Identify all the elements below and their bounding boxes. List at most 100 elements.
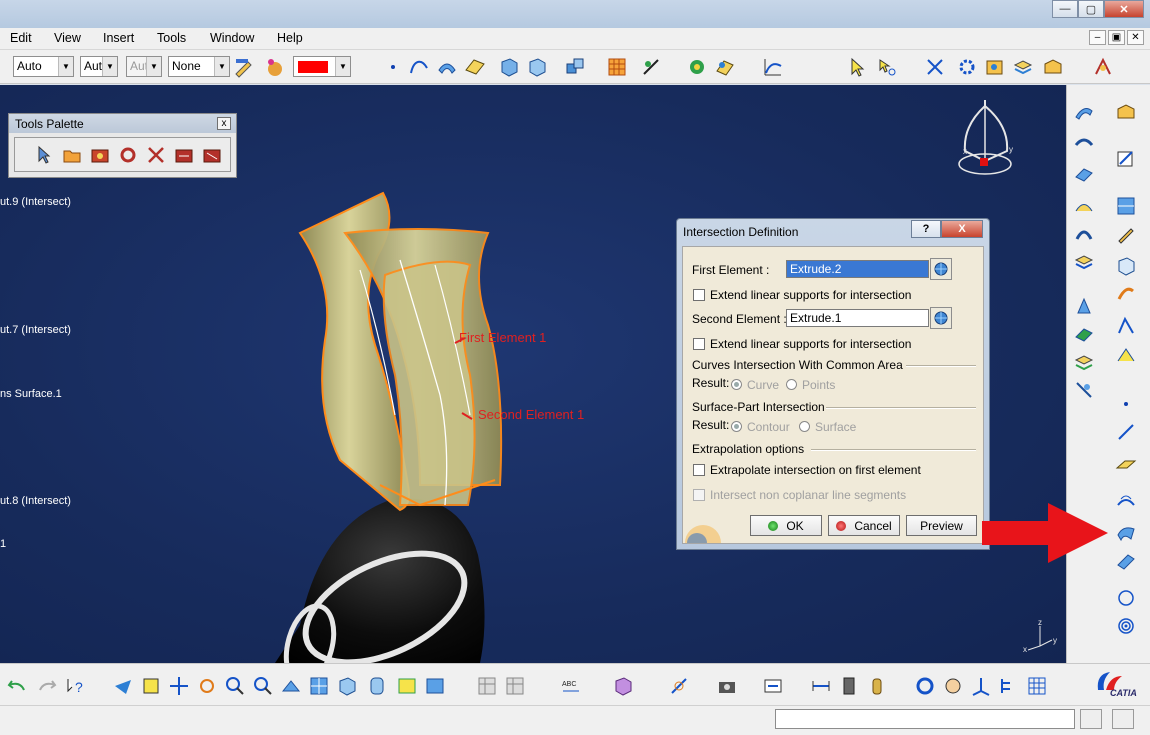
cancel-button[interactable]: Cancel <box>828 515 900 536</box>
edit-tool-icon[interactable] <box>173 144 195 166</box>
points-radio[interactable] <box>786 379 797 390</box>
capture-icon[interactable] <box>762 675 784 697</box>
extrude-icon[interactable] <box>1073 295 1095 317</box>
normal-view-icon[interactable] <box>280 675 302 697</box>
menu-insert[interactable]: Insert <box>103 31 134 45</box>
offset-icon[interactable] <box>1073 133 1095 155</box>
parallel-curve-icon[interactable] <box>1115 549 1137 571</box>
gear-icon[interactable] <box>956 56 978 78</box>
edit-icon[interactable] <box>1115 223 1137 245</box>
scene-icon[interactable] <box>714 56 736 78</box>
analysis-2-icon[interactable] <box>668 675 690 697</box>
doc-restore-button[interactable]: ▣ <box>1108 30 1125 45</box>
menu-window[interactable]: Window <box>210 31 254 45</box>
project-icon[interactable] <box>1073 379 1095 401</box>
curve-radio[interactable] <box>731 379 742 390</box>
material-icon[interactable] <box>263 56 285 78</box>
line-icon[interactable] <box>1115 421 1137 443</box>
analysis-icon[interactable] <box>640 56 662 78</box>
revolve-icon[interactable] <box>1115 283 1137 305</box>
line-weight-combo[interactable]: Aut ▼ <box>80 56 118 77</box>
whats-this-icon[interactable]: ? <box>64 675 86 697</box>
sweep-icon[interactable] <box>1073 101 1095 123</box>
spline-icon[interactable] <box>408 56 430 78</box>
select-arrow-icon[interactable] <box>846 56 868 78</box>
extend-first-checkbox[interactable] <box>693 289 705 301</box>
render-icon[interactable] <box>686 56 708 78</box>
contour-radio[interactable] <box>731 421 742 432</box>
swap-visible-icon[interactable] <box>424 675 446 697</box>
pan-icon[interactable] <box>168 675 190 697</box>
menu-edit[interactable]: Edit <box>10 31 32 45</box>
inertia-icon[interactable] <box>838 675 860 697</box>
menu-help[interactable]: Help <box>277 31 303 45</box>
part-tool-icon[interactable] <box>89 144 111 166</box>
camera-icon[interactable] <box>716 675 738 697</box>
dimension-icon[interactable] <box>810 675 832 697</box>
ok-button[interactable]: OK <box>750 515 822 536</box>
color-selector[interactable]: ▼ <box>293 56 351 77</box>
surface-extrude-icon[interactable] <box>436 56 458 78</box>
select-trap-icon[interactable] <box>876 56 898 78</box>
trim-icon[interactable] <box>1115 315 1137 337</box>
swap-axes-icon[interactable] <box>924 56 946 78</box>
layer-stack-icon[interactable] <box>1073 251 1095 273</box>
assembly-icon[interactable] <box>564 56 586 78</box>
select-tool-icon[interactable] <box>33 144 55 166</box>
spiral-icon[interactable] <box>1115 615 1137 637</box>
solid-icon[interactable] <box>498 56 520 78</box>
scissors-tool-icon[interactable] <box>145 144 167 166</box>
status-button[interactable] <box>1080 709 1102 729</box>
first-element-picker[interactable] <box>930 258 952 280</box>
loft-icon[interactable] <box>1073 223 1095 245</box>
fill-icon[interactable] <box>1073 163 1095 185</box>
help-button[interactable]: ? <box>911 220 941 238</box>
layer-combo[interactable]: None ▼ <box>168 56 230 77</box>
layers-icon[interactable] <box>1012 56 1034 78</box>
extend-second-checkbox[interactable] <box>693 338 705 350</box>
spell-check-icon[interactable]: ABC <box>560 675 582 697</box>
second-element-field[interactable]: Extrude.1 <box>786 309 929 327</box>
solid-2-icon[interactable] <box>526 56 548 78</box>
axis-system-icon[interactable] <box>970 675 992 697</box>
sketch-icon[interactable] <box>1115 147 1137 169</box>
close-window-button[interactable]: ✕ <box>1104 0 1144 18</box>
surface-icon[interactable] <box>1073 323 1095 345</box>
point-icon[interactable] <box>382 56 404 78</box>
undo-icon[interactable] <box>6 675 28 697</box>
tools-palette-close-button[interactable]: x <box>217 117 231 130</box>
surface-radio[interactable] <box>799 421 810 432</box>
edit-tool-2-icon[interactable] <box>201 144 223 166</box>
minimize-button[interactable]: — <box>1052 0 1078 18</box>
cube-icon[interactable] <box>1115 255 1137 277</box>
hand-icon[interactable] <box>942 675 964 697</box>
second-element-picker[interactable] <box>930 307 952 329</box>
painter-icon[interactable] <box>233 56 255 78</box>
graph-icon[interactable] <box>762 56 784 78</box>
catalog-icon[interactable] <box>984 56 1006 78</box>
first-element-field[interactable]: Extrude.2 <box>786 260 929 278</box>
plane-tool-icon[interactable] <box>1115 453 1137 475</box>
point-tool-icon[interactable] <box>1115 393 1137 415</box>
fit-all-icon[interactable] <box>140 675 162 697</box>
compass-icon[interactable]: x y <box>955 96 1017 178</box>
healing-icon[interactable] <box>1115 345 1137 367</box>
fly-mode-icon[interactable] <box>112 675 134 697</box>
join-icon[interactable] <box>1115 101 1137 123</box>
zoom-in-icon[interactable] <box>224 675 246 697</box>
sample-icon[interactable] <box>1115 195 1137 217</box>
intersection-icon[interactable] <box>1115 521 1137 543</box>
split-icon[interactable] <box>1073 351 1095 373</box>
rotate-icon[interactable] <box>196 675 218 697</box>
grid-2-icon[interactable] <box>1026 675 1048 697</box>
shading-icon[interactable] <box>366 675 388 697</box>
grid-icon[interactable] <box>606 56 628 78</box>
tools-palette-titlebar[interactable]: Tools Palette x <box>9 114 236 133</box>
doc-close-button[interactable]: ✕ <box>1127 30 1144 45</box>
measure-icon[interactable] <box>612 675 634 697</box>
restore-button[interactable]: ▢ <box>1078 0 1104 18</box>
line-type-combo[interactable]: Auto ▼ <box>13 56 74 77</box>
folder-tool-icon[interactable] <box>61 144 83 166</box>
blend-icon[interactable] <box>1073 195 1095 217</box>
circle-icon[interactable] <box>1115 587 1137 609</box>
